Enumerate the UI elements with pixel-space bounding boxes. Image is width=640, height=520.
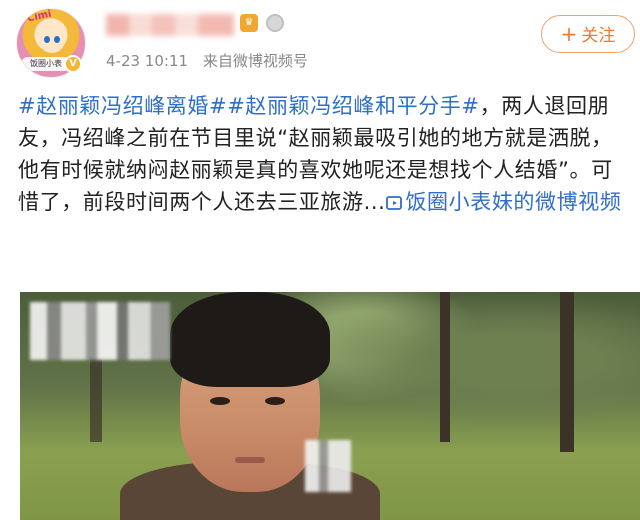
mosaic-censor bbox=[305, 440, 351, 492]
username-blurred[interactable] bbox=[106, 14, 234, 36]
post-meta: 4-23 10:11 来自微博视频号 bbox=[106, 50, 308, 71]
avatar-face bbox=[39, 27, 65, 53]
hashtag-link[interactable]: #赵丽颖冯绍峰和平分手# bbox=[227, 94, 479, 118]
person-eye-left bbox=[210, 397, 230, 405]
background-tree bbox=[560, 292, 574, 452]
user-medal-icon bbox=[266, 14, 284, 32]
verified-v-icon: V bbox=[64, 55, 82, 73]
video-thumbnail[interactable] bbox=[20, 292, 640, 520]
plus-icon: + bbox=[560, 22, 578, 46]
video-link[interactable]: 饭圈小表妹的微博视频 bbox=[385, 190, 621, 214]
avatar-brand-text: Cimi bbox=[26, 8, 53, 25]
avatar-eye-right bbox=[54, 36, 60, 43]
follow-button[interactable]: + 关注 bbox=[541, 15, 635, 53]
post-header: Cimi 饭圈小表 V ♛ 4-23 10:11 来自微博视频号 + 关注 bbox=[0, 0, 640, 84]
person-mouth bbox=[235, 457, 265, 463]
person-eye-right bbox=[265, 397, 285, 405]
post-source[interactable]: 来自微博视频号 bbox=[203, 52, 308, 70]
hashtag-link[interactable]: #赵丽颖冯绍峰离婚# bbox=[18, 94, 227, 118]
video-icon bbox=[386, 196, 403, 210]
follow-label: 关注 bbox=[581, 26, 616, 46]
post-time: 4-23 10:11 bbox=[106, 52, 189, 70]
mosaic-censor bbox=[30, 302, 170, 360]
avatar-eye-left bbox=[44, 36, 50, 43]
user-level-icon: ♛ bbox=[240, 14, 258, 32]
background-tree bbox=[440, 292, 450, 442]
video-link-label: 饭圈小表妹的微博视频 bbox=[405, 190, 622, 214]
post-text: #赵丽颖冯绍峰离婚##赵丽颖冯绍峰和平分手#，两人退回朋友，冯绍峰之前在节目里说… bbox=[18, 90, 626, 218]
person-hair bbox=[170, 292, 330, 387]
